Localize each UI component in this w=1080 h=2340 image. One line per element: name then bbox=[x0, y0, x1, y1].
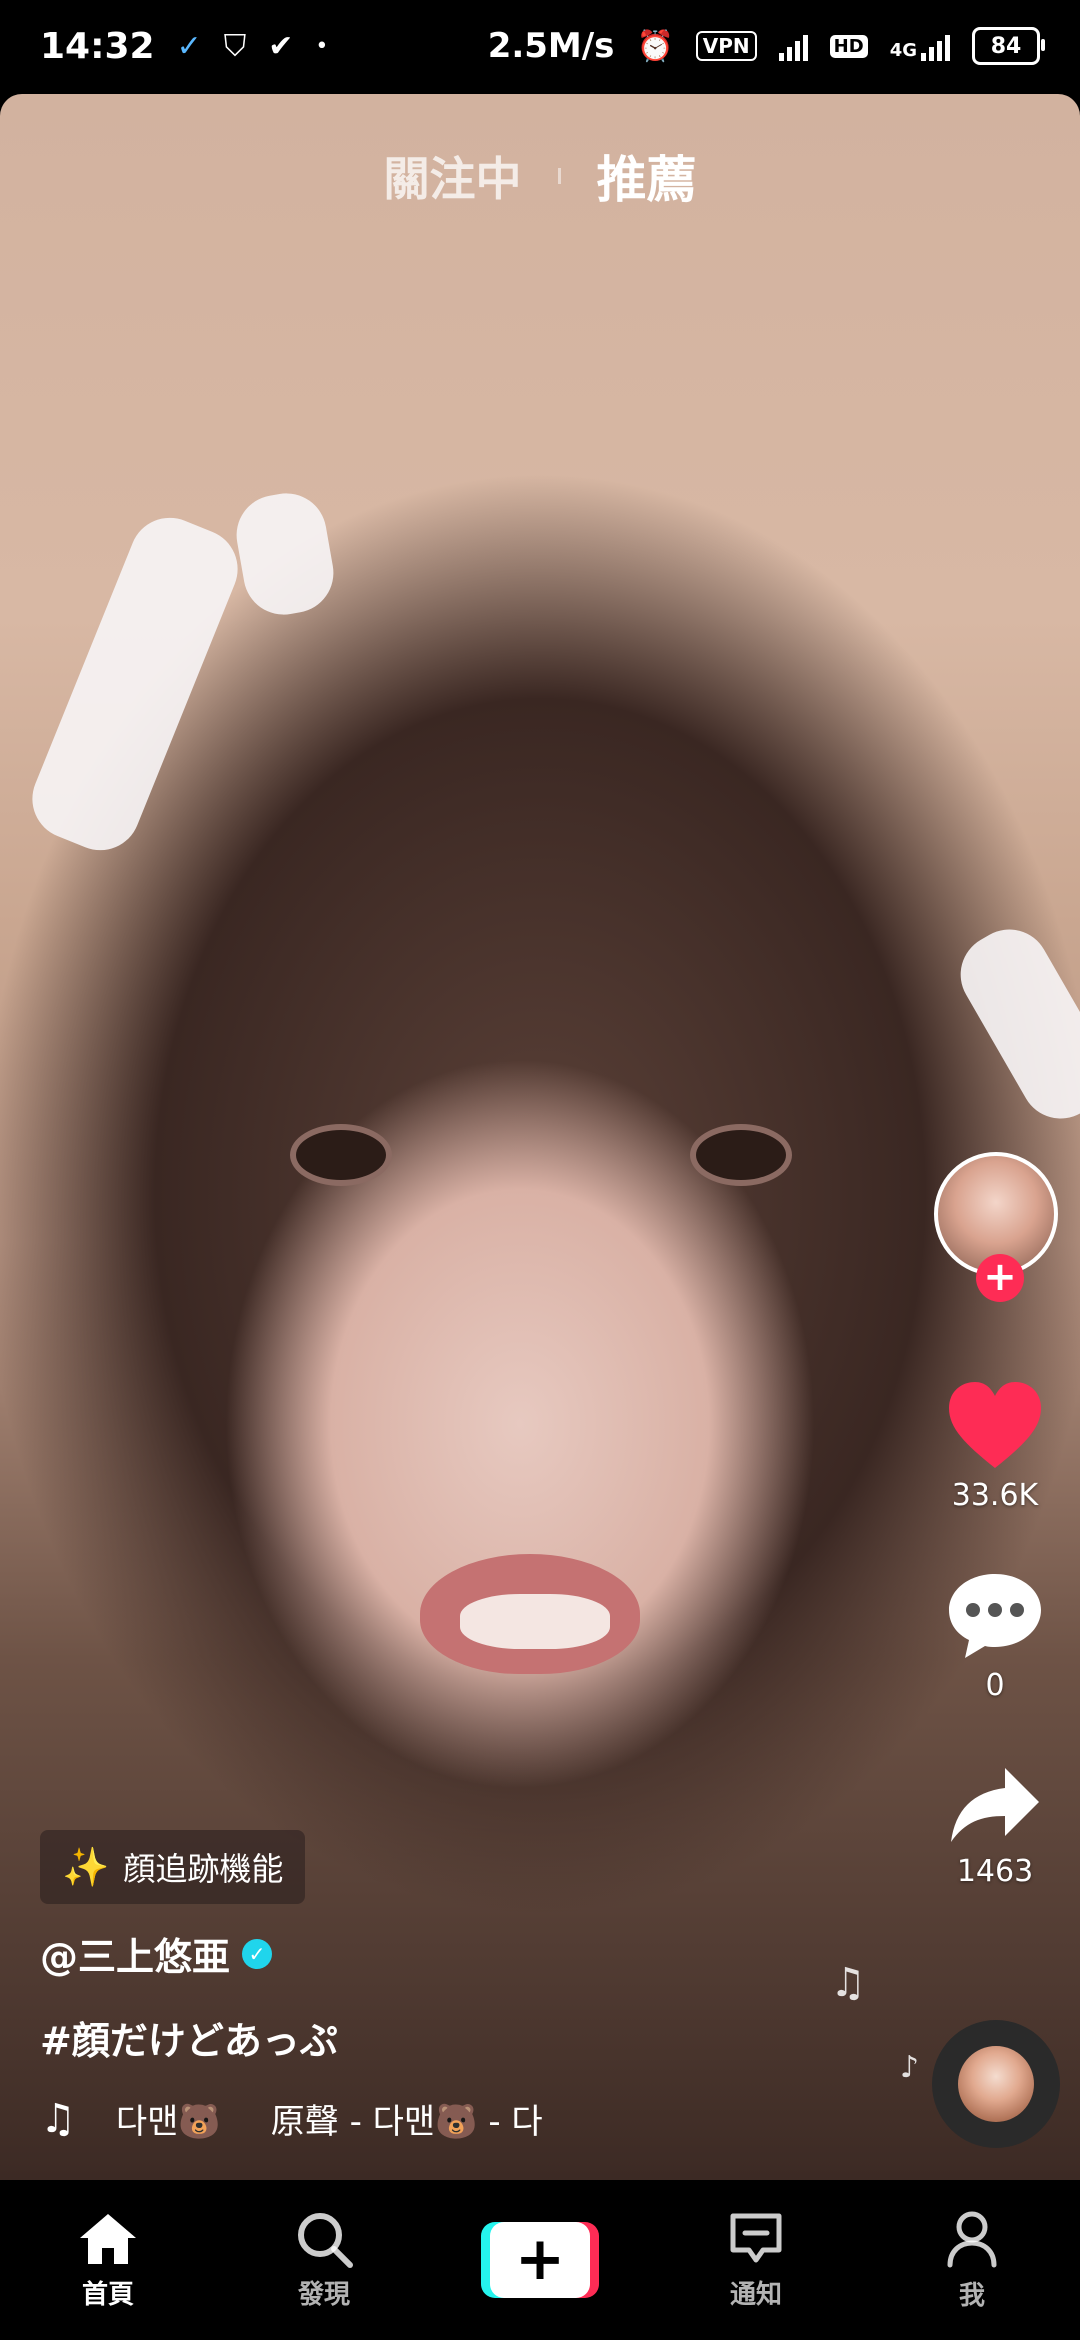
tab-recommended[interactable]: 推薦 bbox=[597, 140, 697, 212]
video-eye-left bbox=[290, 1124, 392, 1186]
like-action[interactable]: 33.6K bbox=[920, 1380, 1070, 1513]
magic-wand-icon: ✨ bbox=[62, 1844, 110, 1889]
network-type-label: 4G bbox=[889, 40, 917, 61]
nav-home[interactable]: 首頁 bbox=[18, 2210, 198, 2311]
share-action[interactable]: 1463 bbox=[920, 1764, 1070, 1889]
inbox-icon bbox=[730, 2213, 782, 2262]
shield-icon: ⛉ bbox=[223, 28, 247, 64]
share-icon[interactable] bbox=[947, 1764, 1043, 1848]
signal-4g-icon bbox=[921, 31, 950, 61]
feed-tabs: 關注中 推薦 bbox=[0, 140, 1080, 212]
nav-profile[interactable]: 我 bbox=[882, 2209, 1062, 2312]
comment-icon[interactable] bbox=[945, 1570, 1045, 1662]
share-count: 1463 bbox=[956, 1854, 1034, 1889]
video-teeth bbox=[460, 1594, 610, 1649]
tab-divider bbox=[557, 168, 561, 184]
search-icon bbox=[298, 2212, 353, 2268]
check-icon: ✓ bbox=[176, 28, 202, 64]
vpn-badge: VPN bbox=[695, 31, 757, 61]
effect-label: 顔追跡機能 bbox=[123, 1850, 284, 1888]
music-note-icon: ♫ bbox=[40, 2095, 76, 2142]
video-caption[interactable]: #顔だけどあっぷ bbox=[40, 2010, 338, 2065]
profile-icon bbox=[947, 2211, 997, 2267]
network-speed: 2.5M/s bbox=[487, 26, 615, 66]
follow-plus-button[interactable]: + bbox=[976, 1254, 1024, 1302]
signal-icon bbox=[778, 31, 808, 61]
vee-app-icon: ✔ bbox=[268, 28, 294, 64]
battery-level: 84 bbox=[990, 33, 1022, 59]
home-icon bbox=[80, 2213, 136, 2264]
nav-home-label: 首頁 bbox=[81, 2279, 134, 2310]
video-eye-right bbox=[690, 1124, 792, 1186]
battery-icon: 84 bbox=[972, 27, 1045, 65]
status-bar: 14:32 ✓ ⛉ ✔ • 2.5M/s ⏰ VPN HD 4G 84 bbox=[0, 0, 1080, 92]
music-title: 原聲 - 다맨🐻 - 다 bbox=[270, 2102, 543, 2142]
music-disc-cover bbox=[958, 2046, 1034, 2122]
floating-note-icon: ♫ bbox=[830, 1960, 866, 2006]
creator-username[interactable]: @三上悠亜 ✓ bbox=[40, 1926, 273, 1981]
music-prefix: 다맨🐻 bbox=[115, 2102, 221, 2142]
hair-ribbon-right bbox=[946, 914, 1080, 1134]
nav-discover-label: 發現 bbox=[297, 2279, 350, 2310]
hair-ribbon-left-top bbox=[230, 487, 340, 621]
music-ticker[interactable]: ♫ 다맨🐻 原聲 - 다맨🐻 - 다 bbox=[40, 2094, 560, 2143]
comment-action[interactable]: 0 bbox=[920, 1570, 1070, 1703]
dot-icon: • bbox=[315, 33, 329, 59]
nav-profile-label: 我 bbox=[958, 2280, 985, 2311]
plus-icon: + bbox=[490, 2222, 590, 2298]
heart-icon[interactable] bbox=[945, 1380, 1045, 1472]
nav-discover[interactable]: 發現 bbox=[234, 2210, 414, 2311]
tab-following[interactable]: 關注中 bbox=[384, 143, 522, 209]
nav-create[interactable]: + bbox=[450, 2222, 630, 2298]
hair-ribbon-left bbox=[20, 505, 250, 863]
status-time: 14:32 bbox=[40, 25, 155, 67]
effect-chip[interactable]: ✨ 顔追跡機能 bbox=[40, 1830, 306, 1904]
comment-count: 0 bbox=[985, 1668, 1005, 1703]
bottom-nav: 首頁 發現 + 通知 我 bbox=[0, 2180, 1080, 2340]
nav-inbox-label: 通知 bbox=[729, 2279, 782, 2310]
nav-inbox[interactable]: 通知 bbox=[666, 2210, 846, 2311]
music-disc[interactable] bbox=[932, 2020, 1060, 2148]
create-button[interactable]: + bbox=[481, 2222, 599, 2298]
creator-avatar-group: + bbox=[934, 1152, 1064, 1302]
alarm-icon: ⏰ bbox=[636, 28, 674, 64]
floating-note-icon-small: ♪ bbox=[900, 2050, 920, 2085]
hd-badge: HD bbox=[829, 34, 868, 58]
username-text: @三上悠亜 bbox=[40, 1935, 231, 1979]
like-count: 33.6K bbox=[951, 1478, 1039, 1513]
network-type: 4G bbox=[890, 31, 950, 61]
verified-badge-icon: ✓ bbox=[242, 1938, 273, 1969]
